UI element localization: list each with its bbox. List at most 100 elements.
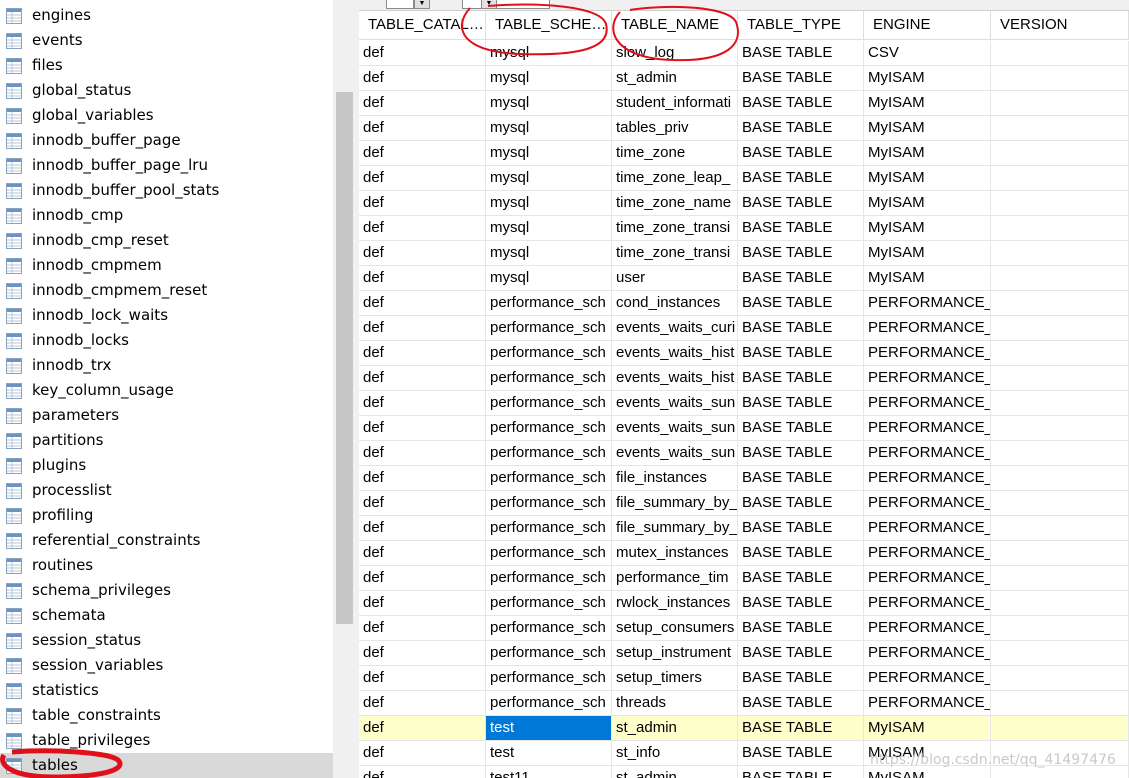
grid-cell[interactable] — [991, 591, 1129, 615]
grid-cell[interactable]: PERFORMANCE_ — [864, 591, 991, 615]
column-header-table-catalog[interactable]: TABLE_CATAL… — [359, 11, 486, 40]
tree-item-innodb-cmp[interactable]: innodb_cmp — [0, 203, 333, 228]
tree-item-innodb-buffer-pool-stats[interactable]: innodb_buffer_pool_stats — [0, 178, 333, 203]
tree-item-innodb-cmp-reset[interactable]: innodb_cmp_reset — [0, 228, 333, 253]
grid-cell[interactable]: mysql — [486, 216, 612, 240]
grid-cell[interactable]: performance_sch — [486, 341, 612, 365]
grid-cell[interactable]: performance_sch — [486, 666, 612, 690]
grid-cell[interactable]: def — [359, 441, 486, 465]
grid-cell[interactable]: def — [359, 116, 486, 140]
grid-cell[interactable]: test — [486, 741, 612, 765]
grid-cell[interactable]: test — [486, 716, 612, 740]
grid-cell[interactable]: PERFORMANCE_ — [864, 291, 991, 315]
grid-cell[interactable]: mysql — [486, 141, 612, 165]
grid-cell[interactable] — [991, 466, 1129, 490]
grid-cell[interactable]: def — [359, 641, 486, 665]
grid-cell[interactable] — [991, 541, 1129, 565]
table-row[interactable]: def performance_sch mutex_instances BASE TA… — [359, 541, 1129, 566]
grid-cell[interactable]: def — [359, 391, 486, 415]
grid-cell[interactable]: def — [359, 266, 486, 290]
tree-item-statistics[interactable]: statistics — [0, 678, 333, 703]
grid-cell[interactable]: setup_consumers — [612, 616, 738, 640]
grid-cell[interactable]: CSV — [864, 41, 991, 65]
grid-cell[interactable]: BASE TABLE — [738, 291, 864, 315]
grid-cell[interactable]: mysql — [486, 66, 612, 90]
grid-cell[interactable]: time_zone_transi — [612, 241, 738, 265]
tree-item-session-status[interactable]: session_status — [0, 628, 333, 653]
grid-cell[interactable]: MyISAM — [864, 166, 991, 190]
grid-cell[interactable]: performance_sch — [486, 491, 612, 515]
grid-cell[interactable]: time_zone_transi — [612, 216, 738, 240]
grid-cell[interactable]: cond_instances — [612, 291, 738, 315]
grid-cell[interactable]: def — [359, 341, 486, 365]
grid-cell[interactable]: def — [359, 141, 486, 165]
tree-item-innodb-trx[interactable]: innodb_trx — [0, 353, 333, 378]
grid-cell[interactable]: events_waits_sun — [612, 391, 738, 415]
grid-cell[interactable]: BASE TABLE — [738, 241, 864, 265]
grid-cell[interactable]: tables_priv — [612, 116, 738, 140]
grid-cell[interactable]: events_waits_sun — [612, 416, 738, 440]
grid-cell[interactable]: file_summary_by_ — [612, 516, 738, 540]
grid-cell[interactable]: PERFORMANCE_ — [864, 466, 991, 490]
table-row[interactable]: def mysql time_zone BASE TABLE MyISAM — [359, 141, 1129, 166]
grid-cell[interactable]: mysql — [486, 266, 612, 290]
grid-cell[interactable]: st_admin — [612, 66, 738, 90]
grid-cell[interactable]: MyISAM — [864, 716, 991, 740]
column-header-engine[interactable]: ENGINE — [864, 11, 991, 40]
grid-cell[interactable]: BASE TABLE — [738, 141, 864, 165]
table-row[interactable]: def mysql time_zone_name BASE TABLE MyISAM — [359, 191, 1129, 216]
grid-cell[interactable]: PERFORMANCE_ — [864, 416, 991, 440]
grid-cell[interactable]: MyISAM — [864, 116, 991, 140]
grid-cell[interactable]: events_waits_hist — [612, 341, 738, 365]
grid-cell[interactable] — [991, 66, 1129, 90]
tree-item-events[interactable]: events — [0, 28, 333, 53]
tree-item-parameters[interactable]: parameters — [0, 403, 333, 428]
grid-cell[interactable]: PERFORMANCE_ — [864, 566, 991, 590]
grid-cell[interactable]: student_informati — [612, 91, 738, 115]
grid-cell[interactable]: MyISAM — [864, 216, 991, 240]
grid-cell[interactable] — [991, 291, 1129, 315]
grid-cell[interactable]: performance_sch — [486, 541, 612, 565]
grid-cell[interactable]: st_admin — [612, 716, 738, 740]
grid-cell[interactable]: PERFORMANCE_ — [864, 441, 991, 465]
grid-cell[interactable]: BASE TABLE — [738, 216, 864, 240]
grid-cell[interactable] — [991, 391, 1129, 415]
grid-cell[interactable]: def — [359, 416, 486, 440]
grid-cell[interactable]: MyISAM — [864, 91, 991, 115]
table-row[interactable]: def performance_sch events_waits_sun BASE T… — [359, 416, 1129, 441]
grid-cell[interactable]: BASE TABLE — [738, 416, 864, 440]
tree-scrollbar-thumb[interactable] — [336, 92, 353, 624]
grid-cell[interactable]: PERFORMANCE_ — [864, 516, 991, 540]
grid-cell[interactable] — [991, 691, 1129, 715]
grid-cell[interactable]: performance_sch — [486, 316, 612, 340]
grid-cell[interactable]: st_admin — [612, 766, 738, 778]
table-row[interactable]: def performance_sch setup_timers BASE TABLE… — [359, 666, 1129, 691]
grid-cell[interactable]: PERFORMANCE_ — [864, 366, 991, 390]
grid-cell[interactable]: events_waits_curi — [612, 316, 738, 340]
grid-cell[interactable]: BASE TABLE — [738, 391, 864, 415]
grid-cell[interactable]: events_waits_sun — [612, 441, 738, 465]
table-row[interactable]: def performance_sch performance_tim BASE TA… — [359, 566, 1129, 591]
grid-cell[interactable]: file_summary_by_ — [612, 491, 738, 515]
grid-cell[interactable] — [991, 366, 1129, 390]
tree-item-schemata[interactable]: schemata — [0, 603, 333, 628]
table-row[interactable]: def performance_sch events_waits_sun BASE T… — [359, 391, 1129, 416]
grid-cell[interactable]: BASE TABLE — [738, 566, 864, 590]
tree-item-table-constraints[interactable]: table_constraints — [0, 703, 333, 728]
grid-cell[interactable]: def — [359, 241, 486, 265]
grid-cell[interactable] — [991, 516, 1129, 540]
grid-cell[interactable]: BASE TABLE — [738, 516, 864, 540]
table-row[interactable]: def mysql student_informati BASE TABLE MyISA… — [359, 91, 1129, 116]
grid-cell[interactable]: BASE TABLE — [738, 366, 864, 390]
grid-cell[interactable] — [991, 641, 1129, 665]
grid-cell[interactable]: def — [359, 216, 486, 240]
column-header-table-type[interactable]: TABLE_TYPE — [738, 11, 864, 40]
grid-cell[interactable]: BASE TABLE — [738, 716, 864, 740]
table-row[interactable]: def performance_sch file_summary_by_ BASE T… — [359, 491, 1129, 516]
grid-cell[interactable]: performance_sch — [486, 591, 612, 615]
grid-cell[interactable]: performance_sch — [486, 466, 612, 490]
grid-cell[interactable]: MyISAM — [864, 266, 991, 290]
grid-cell[interactable]: def — [359, 366, 486, 390]
column-header-table-schema[interactable]: TABLE_SCHE… — [486, 11, 612, 40]
table-row[interactable]: def performance_sch cond_instances BASE TAB… — [359, 291, 1129, 316]
